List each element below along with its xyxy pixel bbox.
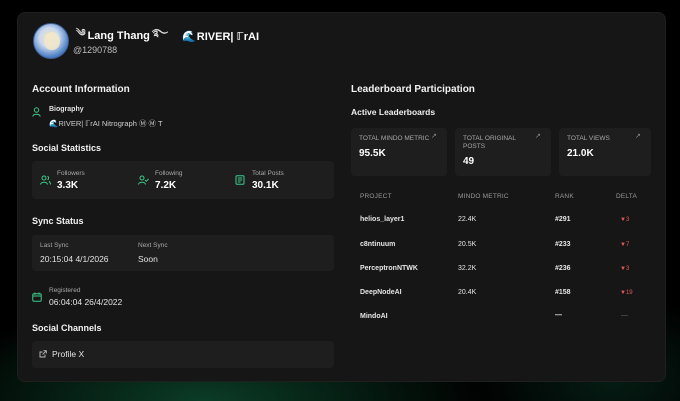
sync-status-box: Last Sync 20:15:04 4/1/2026 Next Sync So… bbox=[32, 235, 334, 271]
biography-text: 🌊RIVER| ℾrAI Nitrograph Ⓜ Ⓜ T bbox=[49, 119, 163, 128]
table-row-rank: #291 bbox=[555, 216, 571, 223]
newspaper-icon bbox=[235, 175, 245, 185]
social-stats-box: Followers 3.3K Following 7.2K Total Post… bbox=[32, 161, 334, 199]
profile-card: ༄ Lang Thang ࿐ 🌊 RIVER| ℾrAI @1290788 Ac… bbox=[17, 12, 666, 382]
col-mindo-metric: MINDO METRIC bbox=[458, 193, 509, 200]
following-label: Following bbox=[155, 170, 183, 177]
last-sync-label: Last Sync bbox=[40, 242, 69, 249]
col-project: PROJECT bbox=[360, 193, 392, 200]
social-statistics-title: Social Statistics bbox=[32, 143, 102, 153]
table-row-delta: ▼7 bbox=[620, 242, 630, 248]
followers-value: 3.3K bbox=[57, 180, 79, 191]
table-row-rank: #158 bbox=[555, 289, 571, 296]
registered-value: 06:04:04 26/4/2022 bbox=[49, 297, 123, 307]
total-posts-value: 30.1K bbox=[252, 180, 279, 191]
avatar[interactable] bbox=[33, 23, 69, 59]
table-row-delta: — bbox=[621, 312, 628, 319]
metric-value: 49 bbox=[463, 156, 475, 167]
table-row-project[interactable]: MindoAI bbox=[360, 313, 388, 320]
metric-total-views: TOTAL VIEWS ↗ 21.0K bbox=[559, 128, 651, 176]
display-name: Lang Thang bbox=[87, 30, 150, 42]
external-link-icon bbox=[39, 350, 47, 358]
table-row-delta: ▼3 bbox=[620, 266, 630, 272]
table-row-project[interactable]: DeepNodeAI bbox=[360, 289, 402, 296]
account-information-title: Account Information bbox=[32, 84, 130, 95]
table-row-rank: — bbox=[555, 312, 562, 319]
table-row-delta: ▼19 bbox=[620, 290, 633, 296]
table-row-metric: 22.4K bbox=[458, 216, 477, 223]
table-row-rank: #236 bbox=[555, 265, 571, 272]
wave-icon: 🌊 bbox=[182, 30, 196, 43]
trend-up-icon: ↗ bbox=[535, 133, 541, 140]
leaderboard-participation-title: Leaderboard Participation bbox=[351, 84, 475, 95]
profile-name-row: ༄ Lang Thang ࿐ 🌊 RIVER| ℾrAI bbox=[74, 28, 260, 43]
metric-value: 95.5K bbox=[359, 148, 386, 159]
col-rank: RANK bbox=[555, 193, 574, 200]
team-name: RIVER| ℾrAI bbox=[196, 30, 260, 43]
table-row-metric: 32.2K bbox=[458, 265, 477, 272]
following-value: 7.2K bbox=[155, 180, 177, 191]
person-icon bbox=[32, 107, 41, 117]
table-row-rank: #233 bbox=[555, 241, 571, 248]
total-posts-label: Total Posts bbox=[252, 170, 284, 177]
metric-label: TOTAL VIEWS bbox=[567, 135, 610, 142]
trend-up-icon: ↗ bbox=[635, 133, 641, 140]
active-leaderboards-title: Active Leaderboards bbox=[351, 107, 436, 117]
biography-label: Biography bbox=[49, 106, 84, 113]
user-check-icon bbox=[138, 175, 149, 185]
table-row-delta: ▼3 bbox=[620, 217, 630, 223]
name-suffix-ornament: ࿐ bbox=[151, 28, 169, 39]
metric-total-original-posts: TOTAL ORIGINAL POSTS ↗ 49 bbox=[455, 128, 551, 176]
table-row-metric: 20.4K bbox=[458, 289, 477, 296]
last-sync-value: 20:15:04 4/1/2026 bbox=[40, 254, 109, 264]
profile-x-label: Profile X bbox=[52, 349, 85, 359]
table-row-project[interactable]: PerceptronNTWK bbox=[360, 265, 418, 272]
table-row-project[interactable]: helios_layer1 bbox=[360, 216, 404, 223]
col-delta: DELTA bbox=[616, 193, 637, 200]
profile-handle: @1290788 bbox=[73, 45, 118, 55]
metric-label: TOTAL ORIGINAL POSTS bbox=[463, 135, 516, 150]
users-icon bbox=[40, 175, 51, 185]
next-sync-label: Next Sync bbox=[138, 242, 168, 249]
sync-status-title: Sync Status bbox=[32, 216, 84, 226]
calendar-icon bbox=[32, 292, 42, 302]
metric-value: 21.0K bbox=[567, 148, 594, 159]
social-channels-title: Social Channels bbox=[32, 323, 102, 333]
table-row-project[interactable]: c8ntinuum bbox=[360, 241, 395, 248]
next-sync-value: Soon bbox=[138, 254, 158, 264]
metric-label: TOTAL MINDO METRIC bbox=[359, 135, 430, 142]
profile-x-link[interactable]: Profile X bbox=[32, 341, 334, 368]
registered-label: Registered bbox=[49, 287, 81, 294]
followers-label: Followers bbox=[57, 170, 85, 177]
trend-up-icon: ↗ bbox=[431, 133, 437, 140]
table-row-metric: 20.5K bbox=[458, 241, 477, 248]
metric-total-mindo: TOTAL MINDO METRIC ↗ 95.5K bbox=[351, 128, 447, 176]
